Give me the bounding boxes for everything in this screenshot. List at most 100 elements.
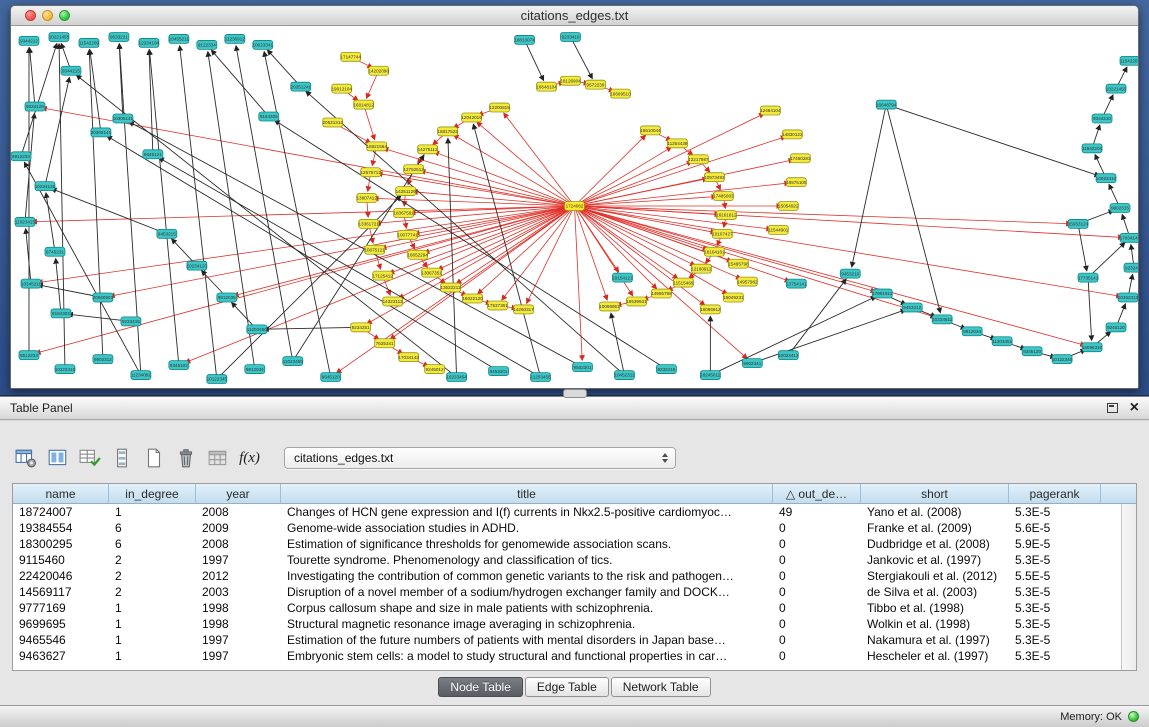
graph-node[interactable]: 10223415 bbox=[55, 365, 76, 374]
graph-node[interactable]: 16161612 bbox=[716, 210, 737, 219]
graph-node[interactable]: 10305141 bbox=[113, 114, 134, 123]
table-row[interactable]: 1830029562008Estimation of significance … bbox=[13, 536, 1121, 552]
graph-node[interactable]: 18126904 bbox=[560, 76, 581, 85]
graph-node[interactable]: 11254439 bbox=[667, 139, 688, 148]
graph-edge[interactable] bbox=[473, 124, 540, 377]
graph-node[interactable]: 11542204 bbox=[1082, 144, 1103, 153]
minimize-window-button[interactable] bbox=[42, 10, 53, 21]
graph-node[interactable]: 10452313 bbox=[1118, 293, 1138, 302]
graph-node[interactable]: 17034142 bbox=[398, 353, 419, 362]
zoom-window-button[interactable] bbox=[59, 10, 70, 21]
graph-node[interactable]: 12484104 bbox=[760, 106, 781, 115]
graph-node[interactable]: 14251129 bbox=[396, 187, 417, 196]
graph-node[interactable]: 13807412 bbox=[356, 194, 377, 203]
graph-edge[interactable] bbox=[454, 135, 575, 206]
graph-edge[interactable] bbox=[56, 259, 61, 314]
graph-edge[interactable] bbox=[46, 193, 55, 252]
graph-node[interactable]: 9034125 bbox=[25, 102, 45, 111]
tab-network-table[interactable]: Network Table bbox=[611, 677, 711, 697]
graph-node[interactable]: 16648794 bbox=[876, 100, 897, 109]
graph-node[interactable]: 16575105 bbox=[786, 178, 807, 187]
graph-edge[interactable] bbox=[611, 313, 624, 375]
graph-node[interactable]: 9453215 bbox=[157, 229, 177, 238]
graph-edge[interactable] bbox=[575, 206, 790, 281]
graph-node[interactable]: 9745231 bbox=[45, 247, 65, 256]
float-panel-icon[interactable] bbox=[1107, 403, 1118, 413]
graph-node[interactable]: 11515469 bbox=[673, 278, 694, 287]
graph-node[interactable]: 18821564 bbox=[366, 142, 387, 151]
graph-node[interactable]: 17485083 bbox=[713, 192, 734, 201]
graph-edge[interactable] bbox=[575, 206, 678, 279]
graph-node[interactable]: 17991911 bbox=[872, 289, 893, 298]
graph-node[interactable]: 14830122 bbox=[782, 130, 803, 139]
graph-node[interactable]: 9453201 bbox=[489, 367, 509, 376]
graph-edge[interactable] bbox=[575, 206, 1122, 296]
graph-node[interactable]: 9232410 bbox=[1124, 263, 1138, 272]
vertical-scrollbar[interactable] bbox=[1121, 504, 1136, 670]
graph-edge[interactable] bbox=[45, 78, 69, 187]
graph-node[interactable]: 13754141 bbox=[786, 279, 807, 288]
select-columns-button[interactable] bbox=[44, 445, 71, 472]
graph-node[interactable]: 16652294 bbox=[407, 250, 428, 259]
graph-edge[interactable] bbox=[26, 229, 31, 284]
graph-node[interactable]: 17034141 bbox=[1120, 233, 1138, 242]
graph-node[interactable]: 18510044 bbox=[640, 126, 661, 135]
graph-node[interactable]: 15495798 bbox=[728, 259, 749, 268]
graph-node[interactable]: 14955798 bbox=[651, 289, 672, 298]
graph-node[interactable]: 9184302 bbox=[51, 309, 71, 318]
graph-node[interactable]: 10122345 bbox=[207, 375, 228, 384]
table-settings-button[interactable] bbox=[12, 445, 39, 472]
graph-node[interactable]: 18817522 bbox=[437, 127, 458, 136]
graph-edge[interactable] bbox=[788, 279, 846, 355]
graph-node[interactable]: 9344210 bbox=[1092, 114, 1112, 123]
graph-node[interactable]: 10023341 bbox=[253, 40, 274, 49]
graph-node[interactable]: 16539931 bbox=[626, 297, 647, 306]
graph-node[interactable]: 20351241 bbox=[291, 82, 312, 91]
graph-node[interactable]: 11234091 bbox=[131, 371, 152, 380]
graph-node[interactable]: 10452311 bbox=[614, 371, 635, 380]
graph-node[interactable]: 10234120 bbox=[187, 261, 208, 270]
table-row[interactable]: 1872400712008Changes of HCN gene express… bbox=[13, 504, 1121, 520]
table-row[interactable]: 911546021997Tourette syndrome. Phenomeno… bbox=[13, 552, 1121, 568]
graph-node[interactable]: 14275112 bbox=[418, 145, 439, 154]
column-header-year[interactable]: year bbox=[196, 484, 281, 504]
graph-node[interactable]: 11023450 bbox=[283, 357, 304, 366]
import-table-button[interactable] bbox=[204, 445, 231, 472]
graph-edge[interactable] bbox=[886, 105, 1099, 176]
graph-node[interactable]: 9912034 bbox=[962, 327, 982, 336]
graph-edge[interactable] bbox=[575, 206, 1086, 345]
graph-node[interactable]: 12160912 bbox=[691, 264, 712, 273]
graph-node[interactable]: 10221450 bbox=[1106, 84, 1127, 93]
graph-node[interactable]: 9345102 bbox=[169, 361, 189, 370]
graph-node[interactable]: 17147744 bbox=[340, 52, 361, 61]
graph-edge[interactable] bbox=[1088, 243, 1125, 278]
graph-edge[interactable] bbox=[575, 206, 705, 305]
graph-node[interactable]: 15953124 bbox=[1068, 219, 1089, 228]
graph-edge[interactable] bbox=[1078, 224, 1087, 271]
graph-edge[interactable] bbox=[107, 136, 499, 371]
graph-node[interactable]: 10233454 bbox=[446, 373, 467, 382]
graph-node[interactable]: 16648104 bbox=[536, 82, 557, 91]
graph-edge[interactable] bbox=[180, 46, 217, 379]
graph-node[interactable]: 16096310 bbox=[1082, 343, 1103, 352]
graph-node[interactable]: 9812034 bbox=[245, 365, 265, 374]
graph-node[interactable]: 11203455 bbox=[530, 373, 551, 382]
table-row[interactable]: 946554611997Estimation of the future num… bbox=[13, 632, 1121, 648]
graph-node[interactable]: 18367591 bbox=[393, 208, 414, 217]
graph-edge[interactable] bbox=[525, 40, 544, 80]
graph-node[interactable]: 18813074 bbox=[514, 35, 535, 44]
graph-node[interactable]: 9845121 bbox=[143, 150, 163, 159]
graph-edge[interactable] bbox=[575, 206, 583, 360]
graph-node[interactable]: 9645120 bbox=[321, 373, 341, 382]
graph-node[interactable]: 9232415 bbox=[656, 365, 676, 374]
graph-node[interactable]: 17125412 bbox=[372, 271, 393, 280]
graph-node[interactable]: 9512234 bbox=[19, 351, 39, 360]
graph-edge[interactable] bbox=[51, 189, 166, 234]
graph-node[interactable]: 20531312 bbox=[323, 118, 344, 127]
graph-node[interactable]: 16014812 bbox=[353, 100, 374, 109]
graph-edge[interactable] bbox=[264, 327, 361, 329]
graph-node[interactable]: 10455211 bbox=[169, 34, 190, 43]
graph-node[interactable]: 9902341 bbox=[742, 359, 762, 368]
graph-edge[interactable] bbox=[1088, 278, 1092, 341]
graph-node[interactable]: 14260317 bbox=[513, 305, 534, 314]
